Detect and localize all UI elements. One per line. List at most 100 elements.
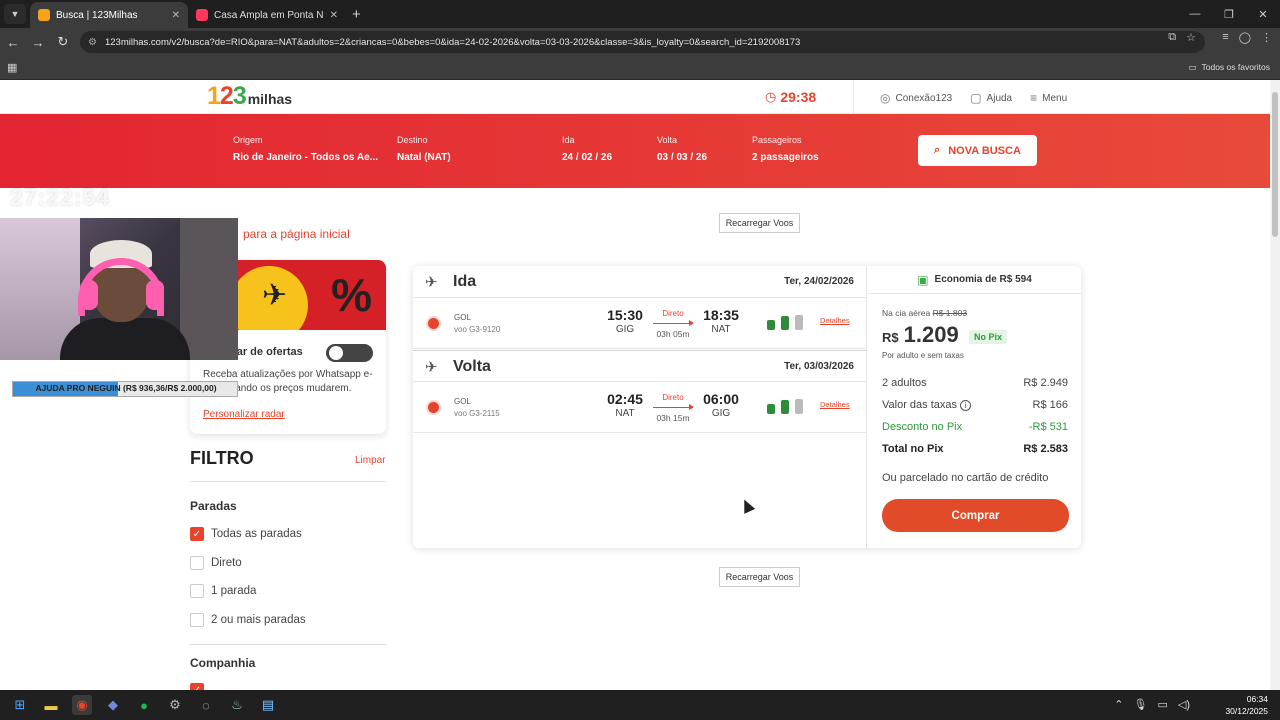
new-search-button[interactable]: ⌕ NOVA BUSCA [918, 135, 1037, 166]
flight-option-ida[interactable]: GOL voo G3-9120 15:30 GIG Direto 03h 05m… [413, 299, 867, 349]
discord-icon[interactable]: ◆ [103, 695, 123, 715]
menu-link[interactable]: ≡ Menu [1030, 91, 1067, 105]
install-app-icon[interactable]: ⧉ [1168, 31, 1176, 44]
stops-option-direct[interactable]: Direto [190, 556, 242, 570]
reload-icon[interactable]: ↻ [51, 30, 75, 54]
taskbar-time: 06:34 [1246, 694, 1268, 704]
headset-ear-right [146, 280, 164, 310]
tab-close-icon[interactable]: ✕ [330, 10, 338, 21]
donation-text: AJUDA PRO NEGUIN (R$ 936,36/R$ 2.000,00) [35, 383, 217, 393]
buy-button[interactable]: Comprar [882, 499, 1069, 532]
carry-on-icon [781, 316, 789, 330]
radio-selected-icon[interactable] [428, 318, 439, 329]
stops-option-two-plus[interactable]: 2 ou mais paradas [190, 613, 306, 627]
checkbox-icon[interactable] [190, 613, 204, 627]
stops-title: Paradas [190, 499, 237, 513]
help-link[interactable]: ▢ Ajuda [970, 91, 1012, 105]
radio-selected-icon[interactable] [428, 402, 439, 413]
checkbox-icon[interactable] [190, 584, 204, 598]
all-bookmarks[interactable]: ▭ Todos os favoritos [1188, 62, 1270, 73]
savings-banner: ▣ Economia de R$ 594 [868, 266, 1081, 294]
filter-clear-link[interactable]: Limpar [355, 455, 386, 466]
obs-icon[interactable]: ◌ [196, 695, 216, 715]
carry-on-icon [781, 400, 789, 414]
tab-search-icon[interactable]: ▼ [4, 4, 26, 24]
tab-casa[interactable]: Casa Ampla em Ponta Negra a ✕ [188, 2, 346, 28]
pix-badge: No Pix [969, 330, 1008, 344]
tab-close-icon[interactable]: ✕ [172, 10, 180, 21]
network-icon[interactable]: ▭ [1157, 698, 1167, 711]
microphone-icon[interactable]: 🎙︎ [1134, 698, 1148, 711]
airline-price: Na cia aérea R$ 1.803 [882, 308, 967, 318]
personal-item-icon [767, 404, 775, 414]
origin-field[interactable]: Origem Rio de Janeiro - Todos os Ae... [233, 135, 378, 163]
back-icon[interactable]: ← [1, 30, 25, 54]
stops-option-all[interactable]: ✓ Todas as paradas [190, 527, 302, 541]
checkbox-icon[interactable] [190, 556, 204, 570]
forward-icon[interactable]: → [26, 30, 50, 54]
destination-field[interactable]: Destino Natal (NAT) [397, 135, 451, 163]
customize-radar-link[interactable]: Personalizar radar [203, 409, 285, 420]
steam-icon[interactable]: ♨ [227, 695, 247, 715]
url-text: 123milhas.com/v2/busca?de=RIO&para=NAT&a… [104, 36, 801, 48]
filter-divider [190, 481, 386, 482]
route-arrow-icon [653, 320, 694, 326]
url-field[interactable]: ⚙ 123milhas.com/v2/busca?de=RIO&para=NAT… [80, 31, 1205, 53]
departure-label: Ida [562, 135, 575, 145]
tray-chevron-icon[interactable]: ⌃ [1114, 698, 1123, 711]
address-bar-row: ← → ↻ ⚙ 123milhas.com/v2/busca?de=RIO&pa… [0, 28, 1280, 56]
price-panel: ▣ Economia de R$ 594 Na cia aérea R$ 1.8… [868, 266, 1081, 548]
scrollbar-thumb[interactable] [1272, 92, 1278, 237]
origin-label: Origem [233, 135, 263, 145]
conexao-link[interactable]: ◎ Conexão123 [880, 91, 952, 105]
leg-title: Volta [453, 358, 491, 375]
back-home-link[interactable]: para a página inicial [243, 227, 350, 241]
flight-duration: 03h 15m [656, 413, 690, 423]
stops-option-label: 2 ou mais paradas [211, 614, 306, 626]
more-menu-icon[interactable]: ⋮ [1261, 31, 1272, 44]
profile-icon[interactable]: ◯ [1239, 31, 1251, 44]
windows-taskbar: ⊞ ▬ ◉ ◆ ● ⚙ ◌ ♨ ▤ ⌃ 🎙︎ ▭ ◁) 06:34 30/12/… [0, 690, 1280, 720]
notepad-icon[interactable]: ▤ [258, 695, 278, 715]
new-tab-icon[interactable]: + [352, 6, 361, 23]
volume-icon[interactable]: ◁) [1178, 698, 1190, 711]
minimize-icon[interactable]: — [1178, 0, 1212, 28]
stops-option-one[interactable]: 1 parada [190, 584, 256, 598]
details-link[interactable]: Detalhes [820, 316, 850, 325]
page-scrollbar[interactable] [1270, 80, 1280, 690]
logo[interactable]: 1 2 3 milhas [207, 82, 292, 111]
file-explorer-icon[interactable]: ▬ [41, 695, 61, 715]
spotify-icon[interactable]: ● [134, 695, 154, 715]
header-links: ◎ Conexão123 ▢ Ajuda ≡ Menu [880, 91, 1067, 105]
total-label: Total no Pix [882, 443, 944, 455]
tab-busca[interactable]: Busca | 123Milhas ✕ [30, 2, 188, 28]
departure-date-field[interactable]: Ida 24 / 02 / 26 [562, 135, 612, 163]
header-divider [853, 80, 854, 114]
chrome-icon[interactable]: ◉ [72, 695, 92, 715]
taxes-value: R$ 166 [1032, 399, 1068, 411]
apps-grid-icon[interactable]: ▦ [7, 61, 17, 74]
price-note: Por adulto e sem taxas [882, 351, 964, 360]
new-search-label: NOVA BUSCA [948, 144, 1021, 157]
taskbar-clock[interactable]: 06:34 30/12/2025 [1225, 693, 1268, 717]
reload-flights-button[interactable]: Recarregar Voos [719, 213, 800, 233]
airline-price-label: Na cia aérea [882, 308, 931, 318]
details-link[interactable]: Detalhes [820, 400, 850, 409]
site-header: 1 2 3 milhas ◷ 29:38 ◎ Conexão123 ▢ Ajuda … [0, 80, 1270, 114]
windows-start-icon[interactable]: ⊞ [10, 695, 30, 715]
reload-flights-button-bottom[interactable]: Recarregar Voos [719, 567, 800, 587]
passengers-field[interactable]: Passageiros 2 passageiros [752, 135, 819, 163]
radar-toggle[interactable] [326, 344, 373, 362]
stops-type: Direto [662, 393, 684, 402]
arrival-airport: NAT [711, 324, 731, 335]
checkbox-checked-icon[interactable]: ✓ [190, 527, 204, 541]
info-icon[interactable]: i [960, 399, 972, 411]
restore-icon[interactable]: ❐ [1212, 0, 1246, 28]
flight-option-volta[interactable]: GOL voo G3-2115 02:45 NAT Direto 03h 15m… [413, 383, 867, 433]
return-date-field[interactable]: Volta 03 / 03 / 26 [657, 135, 707, 163]
settings-icon[interactable]: ⚙ [165, 695, 185, 715]
site-info-icon[interactable]: ⚙ [88, 37, 97, 48]
media-icon[interactable]: ≡ [1222, 31, 1228, 44]
bookmark-star-icon[interactable]: ☆ [1186, 31, 1196, 44]
close-window-icon[interactable]: ✕ [1246, 0, 1280, 28]
